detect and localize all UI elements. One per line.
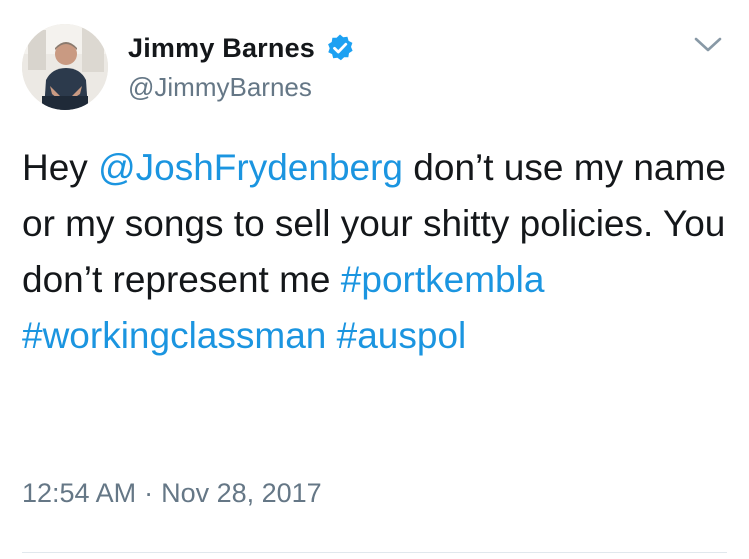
hashtag-link[interactable]: #auspol bbox=[337, 315, 467, 356]
author-handle[interactable]: @JimmyBarnes bbox=[128, 72, 312, 103]
hashtag-link[interactable]: #workingclassman bbox=[22, 315, 326, 356]
divider bbox=[22, 552, 727, 553]
tweet-text-segment: Hey bbox=[22, 147, 99, 188]
chevron-down-icon bbox=[694, 37, 722, 52]
tweet-menu-button[interactable] bbox=[688, 30, 728, 60]
timestamp-date: Nov 28, 2017 bbox=[161, 478, 322, 508]
display-name[interactable]: Jimmy Barnes bbox=[128, 33, 315, 64]
tweet-text-segment bbox=[326, 315, 336, 356]
tweet-text: Hey @JoshFrydenberg don’t use my name or… bbox=[22, 140, 734, 364]
tweet-timestamp[interactable]: 12:54 AM · Nov 28, 2017 bbox=[22, 478, 322, 509]
timestamp-time: 12:54 AM bbox=[22, 478, 137, 508]
mention-link[interactable]: @JoshFrydenberg bbox=[98, 147, 403, 188]
avatar[interactable] bbox=[22, 24, 108, 110]
hashtag-link[interactable]: #portkembla bbox=[341, 259, 545, 300]
author-name-row: Jimmy Barnes bbox=[128, 28, 355, 68]
verified-badge-icon bbox=[328, 34, 353, 61]
timestamp-separator: · bbox=[144, 478, 154, 508]
profile-photo-icon bbox=[22, 24, 108, 110]
tweet-card: Jimmy Barnes @JimmyBarnes Hey @JoshFryde… bbox=[0, 0, 749, 559]
